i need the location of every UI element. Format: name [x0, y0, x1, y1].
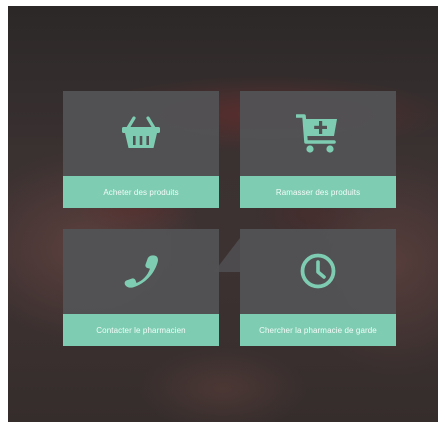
- tile-label-bar: Ramasser des produits: [240, 176, 396, 208]
- phone-icon: [123, 253, 159, 289]
- tile-icon-area: [63, 91, 219, 175]
- tile-label: Contacter le pharmacien: [96, 325, 186, 335]
- tile-icon-area: [240, 229, 396, 313]
- buy-products-tile[interactable]: Acheter des produits: [63, 91, 219, 208]
- tile-label-bar: Chercher la pharmacie de garde: [240, 314, 396, 346]
- contact-pharmacist-tile[interactable]: Contacter le pharmacien: [63, 229, 219, 346]
- pickup-products-tile[interactable]: Ramasser des produits: [240, 91, 396, 208]
- tile-label-bar: Contacter le pharmacien: [63, 314, 219, 346]
- app-background: Acheter des produits Ramasser des produi…: [8, 6, 438, 422]
- cart-plus-icon: [296, 112, 340, 154]
- tile-icon-area: [63, 229, 219, 313]
- clock-icon: [300, 253, 336, 289]
- tile-label: Ramasser des produits: [275, 187, 361, 197]
- tile-label-bar: Acheter des produits: [63, 176, 219, 208]
- tile-label: Chercher la pharmacie de garde: [259, 325, 377, 335]
- tile-icon-area: [240, 91, 396, 175]
- tile-label: Acheter des produits: [103, 187, 179, 197]
- shopping-basket-icon: [121, 116, 161, 150]
- find-on-duty-pharmacy-tile[interactable]: Chercher la pharmacie de garde: [240, 229, 396, 346]
